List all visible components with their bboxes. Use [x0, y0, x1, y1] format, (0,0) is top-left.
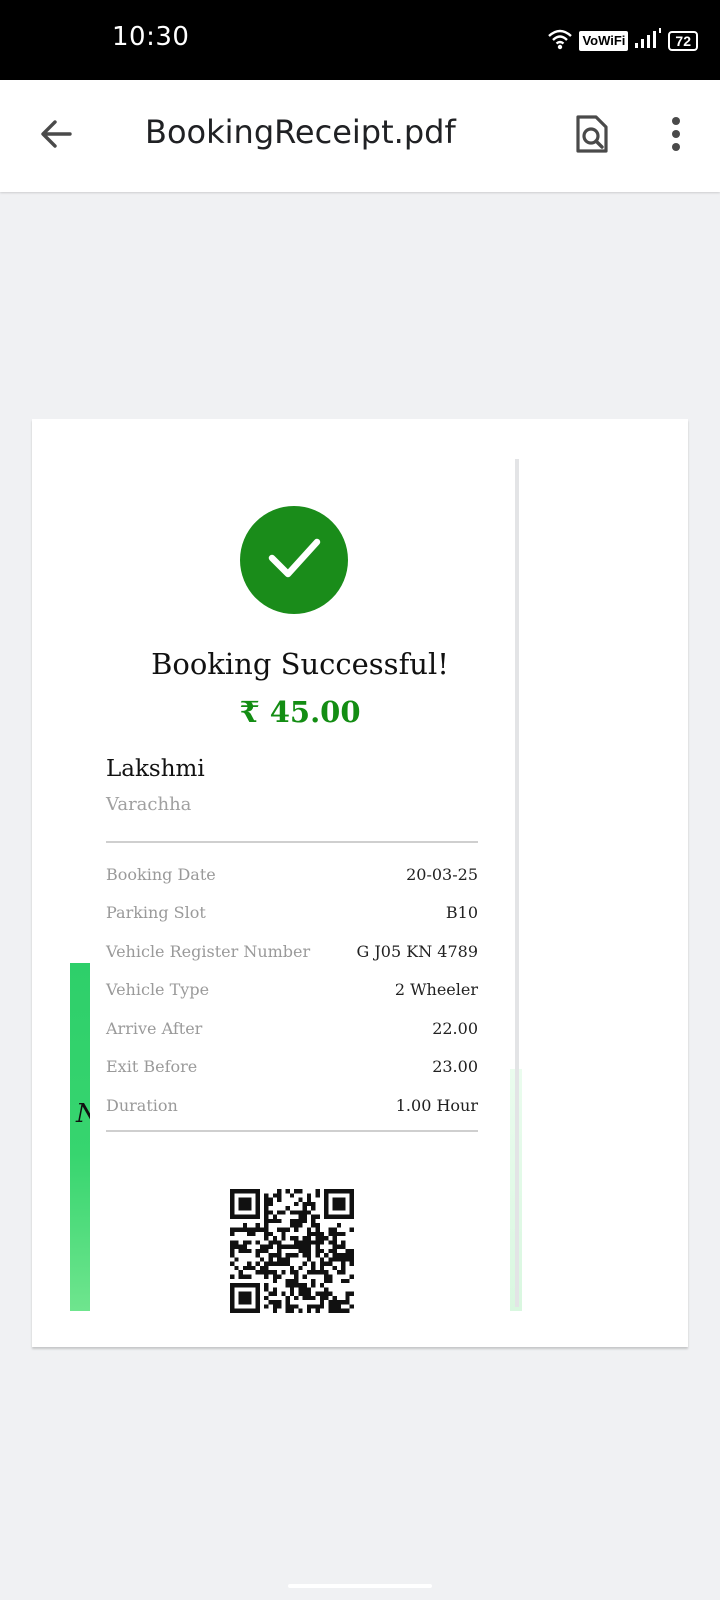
- detail-row-duration: Duration 1.00 Hour: [106, 1086, 478, 1125]
- wifi-icon: [547, 28, 573, 55]
- amount-paid: ₹ 45.00: [239, 695, 361, 729]
- detail-label: Vehicle Register Number: [106, 941, 311, 961]
- detail-value: 20-03-25: [406, 864, 478, 884]
- pdf-page[interactable]: N Booking Successful! ₹ 45.00 Lakshmi Va…: [32, 419, 688, 1347]
- detail-label: Arrive After: [106, 1018, 203, 1038]
- divider: [106, 841, 478, 843]
- success-badge: [240, 506, 348, 614]
- detail-row-arrive-after: Arrive After 22.00: [106, 1009, 478, 1048]
- background-green-strip: [70, 963, 92, 1311]
- detail-label: Booking Date: [106, 864, 216, 884]
- detail-value: B10: [445, 903, 478, 923]
- detail-row-vehicle-register-number: Vehicle Register Number G J05 KN 4789: [106, 932, 478, 971]
- divider: [106, 1130, 478, 1132]
- detail-value: 1.00 Hour: [395, 1095, 478, 1115]
- signal-icon: [634, 27, 662, 55]
- qr-code-icon: [230, 1189, 354, 1313]
- vowifi-badge: VoWiFi: [579, 31, 629, 51]
- document-title: BookingReceipt.pdf: [145, 113, 456, 151]
- app-bar: BookingReceipt.pdf: [0, 80, 720, 192]
- customer-name: Lakshmi: [106, 756, 205, 782]
- detail-value: G J05 KN 4789: [356, 941, 478, 961]
- more-vert-icon: [671, 116, 681, 157]
- detail-value: 23.00: [432, 1057, 478, 1077]
- page-edge-shadow: [515, 459, 519, 1307]
- success-title: Booking Successful!: [151, 647, 449, 681]
- detail-row-parking-slot: Parking Slot B10: [106, 894, 478, 933]
- detail-value: 22.00: [432, 1018, 478, 1038]
- status-bar: 10:30 VoWiFi 72: [0, 0, 720, 80]
- booking-receipt: Booking Successful! ₹ 45.00 Lakshmi Vara…: [90, 459, 510, 1313]
- detail-value: 2 Wheeler: [394, 980, 478, 1000]
- find-in-document-button[interactable]: [568, 112, 616, 160]
- customer-location: Varachha: [106, 794, 192, 815]
- status-time: 10:30: [112, 22, 190, 52]
- home-indicator[interactable]: [288, 1584, 432, 1588]
- detail-label: Exit Before: [106, 1057, 198, 1077]
- detail-label: Duration: [106, 1095, 178, 1115]
- back-arrow-icon: [38, 116, 74, 157]
- detail-row-booking-date: Booking Date 20-03-25: [106, 855, 478, 894]
- detail-row-exit-before: Exit Before 23.00: [106, 1048, 478, 1087]
- booking-details: Booking Date 20-03-25 Parking Slot B10 V…: [106, 855, 478, 1125]
- status-icons: VoWiFi 72: [547, 27, 698, 55]
- detail-row-vehicle-type: Vehicle Type 2 Wheeler: [106, 971, 478, 1010]
- more-options-button[interactable]: [652, 112, 700, 160]
- search-document-icon: [574, 114, 610, 159]
- back-button[interactable]: [34, 114, 78, 158]
- checkmark-icon: [264, 528, 324, 593]
- detail-label: Vehicle Type: [106, 980, 210, 1000]
- battery-icon: 72: [668, 31, 698, 51]
- detail-label: Parking Slot: [106, 903, 206, 923]
